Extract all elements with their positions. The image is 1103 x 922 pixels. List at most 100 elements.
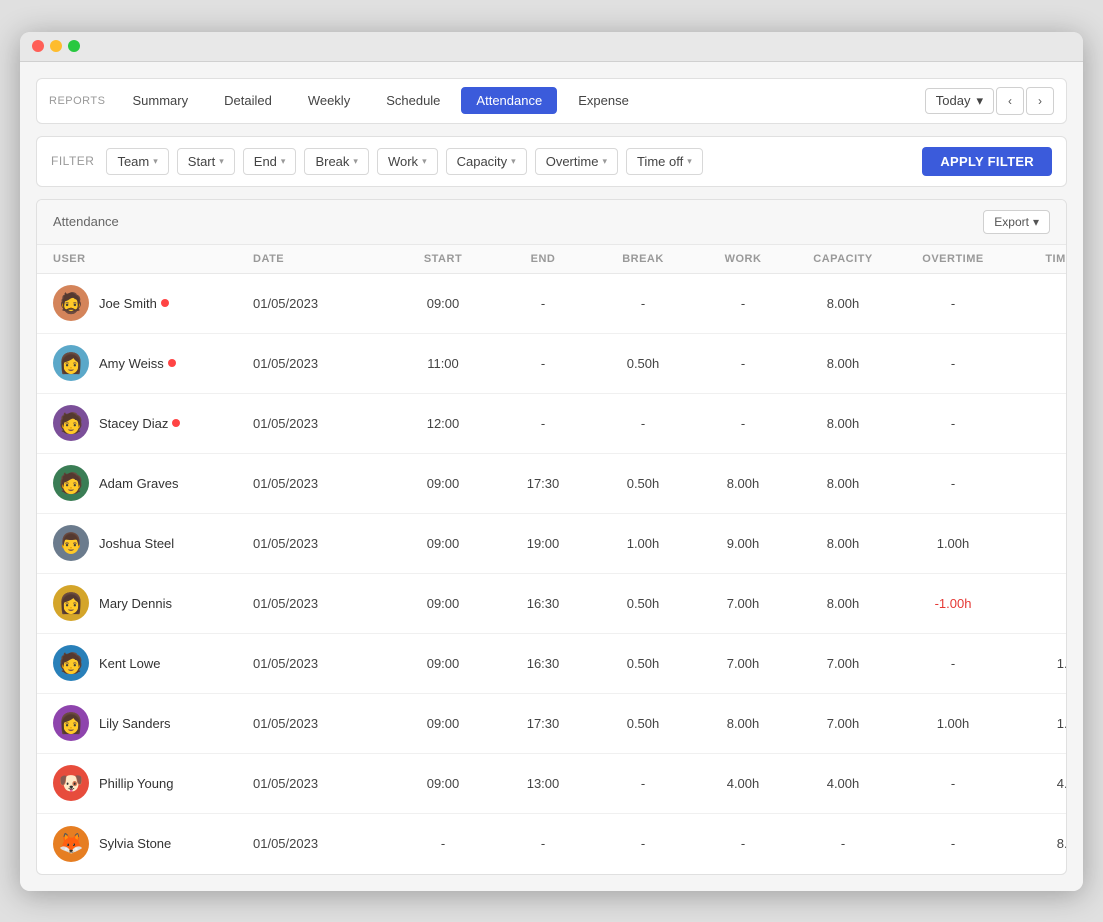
date-display[interactable]: Today ▾ — [925, 88, 994, 114]
cell-break: 0.50h — [593, 716, 693, 731]
date-control: Today ▾ ‹ › — [925, 87, 1054, 115]
cell-capacity: 8.00h — [793, 296, 893, 311]
tab-attendance[interactable]: Attendance — [461, 87, 557, 114]
filter-team[interactable]: Team ▾ — [106, 148, 168, 175]
avatar: 🧑 — [53, 465, 89, 501]
cell-end: 17:30 — [493, 476, 593, 491]
filter-team-label: Team — [117, 154, 149, 169]
cell-overtime: - — [893, 476, 1013, 491]
apply-filter-button[interactable]: APPLY FILTER — [922, 147, 1052, 176]
cell-date: 01/05/2023 — [253, 596, 393, 611]
tab-summary[interactable]: Summary — [117, 87, 203, 114]
cell-capacity: 8.00h — [793, 356, 893, 371]
cell-overtime: - — [893, 416, 1013, 431]
export-button[interactable]: Export ▾ — [983, 210, 1050, 234]
cell-work: - — [693, 416, 793, 431]
cell-work: 8.00h — [693, 716, 793, 731]
cell-capacity: 8.00h — [793, 416, 893, 431]
table-row[interactable]: 👩 Lily Sanders 01/05/2023 09:00 17:30 0.… — [37, 694, 1066, 754]
cell-overtime: - — [893, 836, 1013, 851]
user-cell: 🧑 Stacey Diaz — [53, 395, 253, 451]
attendance-table: Attendance Export ▾ USER DATE START END … — [36, 199, 1067, 875]
filter-capacity[interactable]: Capacity ▾ — [446, 148, 527, 175]
cell-timeoff: - — [1013, 356, 1067, 371]
cell-break: - — [593, 776, 693, 791]
cell-work: 8.00h — [693, 476, 793, 491]
filter-timeoff[interactable]: Time off ▾ — [626, 148, 703, 175]
filter-start-label: Start — [188, 154, 215, 169]
table-row[interactable]: 🐶 Phillip Young 01/05/2023 09:00 13:00 -… — [37, 754, 1066, 814]
cell-timeoff: - — [1013, 476, 1067, 491]
cell-break: 0.50h — [593, 656, 693, 671]
table-row[interactable]: 🧑 Adam Graves 01/05/2023 09:00 17:30 0.5… — [37, 454, 1066, 514]
cell-start: 12:00 — [393, 416, 493, 431]
chevron-down-icon: ▾ — [219, 156, 224, 167]
filter-overtime[interactable]: Overtime ▾ — [535, 148, 618, 175]
col-break: BREAK — [593, 253, 693, 265]
table-header: Attendance Export ▾ — [37, 200, 1066, 245]
cell-start: 09:00 — [393, 296, 493, 311]
chevron-down-icon: ▾ — [687, 156, 692, 167]
filter-start[interactable]: Start ▾ — [177, 148, 235, 175]
cell-break: 0.50h — [593, 476, 693, 491]
cell-end: - — [493, 416, 593, 431]
cell-overtime: - — [893, 296, 1013, 311]
col-overtime: OVERTIME — [893, 253, 1013, 265]
cell-timeoff: 8.00h — [1013, 836, 1067, 851]
cell-timeoff: - — [1013, 596, 1067, 611]
filter-work[interactable]: Work ▾ — [377, 148, 438, 175]
cell-start: 09:00 — [393, 656, 493, 671]
filter-break-label: Break — [315, 154, 349, 169]
col-capacity: CAPACITY — [793, 253, 893, 265]
col-start: START — [393, 253, 493, 265]
table-row[interactable]: 👩 Amy Weiss 01/05/2023 11:00 - 0.50h - 8… — [37, 334, 1066, 394]
next-date-button[interactable]: › — [1026, 87, 1054, 115]
table-row[interactable]: 🧑 Kent Lowe 01/05/2023 09:00 16:30 0.50h… — [37, 634, 1066, 694]
filter-break[interactable]: Break ▾ — [304, 148, 369, 175]
chevron-down-icon: ▾ — [422, 156, 427, 167]
tab-weekly[interactable]: Weekly — [293, 87, 365, 114]
table-row[interactable]: 🦊 Sylvia Stone 01/05/2023 - - - - - - 8.… — [37, 814, 1066, 874]
minimize-button[interactable] — [50, 40, 62, 52]
tab-expense[interactable]: Expense — [563, 87, 644, 114]
user-cell: 🧑 Adam Graves — [53, 455, 253, 511]
filter-bar: FILTER Team ▾ Start ▾ End ▾ Break ▾ Work… — [36, 136, 1067, 187]
cell-end: - — [493, 356, 593, 371]
user-name: Joshua Steel — [99, 536, 174, 551]
table-row[interactable]: 🧔 Joe Smith 01/05/2023 09:00 - - - 8.00h… — [37, 274, 1066, 334]
filter-end[interactable]: End ▾ — [243, 148, 297, 175]
cell-capacity: 7.00h — [793, 656, 893, 671]
filter-end-label: End — [254, 154, 277, 169]
filter-label: FILTER — [51, 154, 94, 168]
user-cell: 👩 Mary Dennis — [53, 575, 253, 631]
tab-schedule[interactable]: Schedule — [371, 87, 455, 114]
cell-work: 4.00h — [693, 776, 793, 791]
status-indicator — [161, 299, 169, 307]
export-label: Export — [994, 215, 1029, 229]
cell-break: 1.00h — [593, 536, 693, 551]
close-button[interactable] — [32, 40, 44, 52]
col-end: END — [493, 253, 593, 265]
cell-end: 13:00 — [493, 776, 593, 791]
table-row[interactable]: 👨 Joshua Steel 01/05/2023 09:00 19:00 1.… — [37, 514, 1066, 574]
cell-end: 19:00 — [493, 536, 593, 551]
col-user: USER — [53, 253, 253, 265]
col-work: WORK — [693, 253, 793, 265]
user-cell: 👨 Joshua Steel — [53, 515, 253, 571]
user-cell: 🧑 Kent Lowe — [53, 635, 253, 691]
table-row[interactable]: 🧑 Stacey Diaz 01/05/2023 12:00 - - - 8.0… — [37, 394, 1066, 454]
avatar: 👩 — [53, 345, 89, 381]
table-row[interactable]: 👩 Mary Dennis 01/05/2023 09:00 16:30 0.5… — [37, 574, 1066, 634]
maximize-button[interactable] — [68, 40, 80, 52]
cell-break: - — [593, 416, 693, 431]
prev-date-button[interactable]: ‹ — [996, 87, 1024, 115]
tab-detailed[interactable]: Detailed — [209, 87, 287, 114]
cell-overtime: 1.00h — [893, 716, 1013, 731]
cell-capacity: 7.00h — [793, 716, 893, 731]
cell-end: 16:30 — [493, 596, 593, 611]
cell-date: 01/05/2023 — [253, 296, 393, 311]
table-body: 🧔 Joe Smith 01/05/2023 09:00 - - - 8.00h… — [37, 274, 1066, 874]
nav-bar: REPORTS Summary Detailed Weekly Schedule… — [36, 78, 1067, 124]
cell-start: 09:00 — [393, 536, 493, 551]
cell-work: 7.00h — [693, 596, 793, 611]
